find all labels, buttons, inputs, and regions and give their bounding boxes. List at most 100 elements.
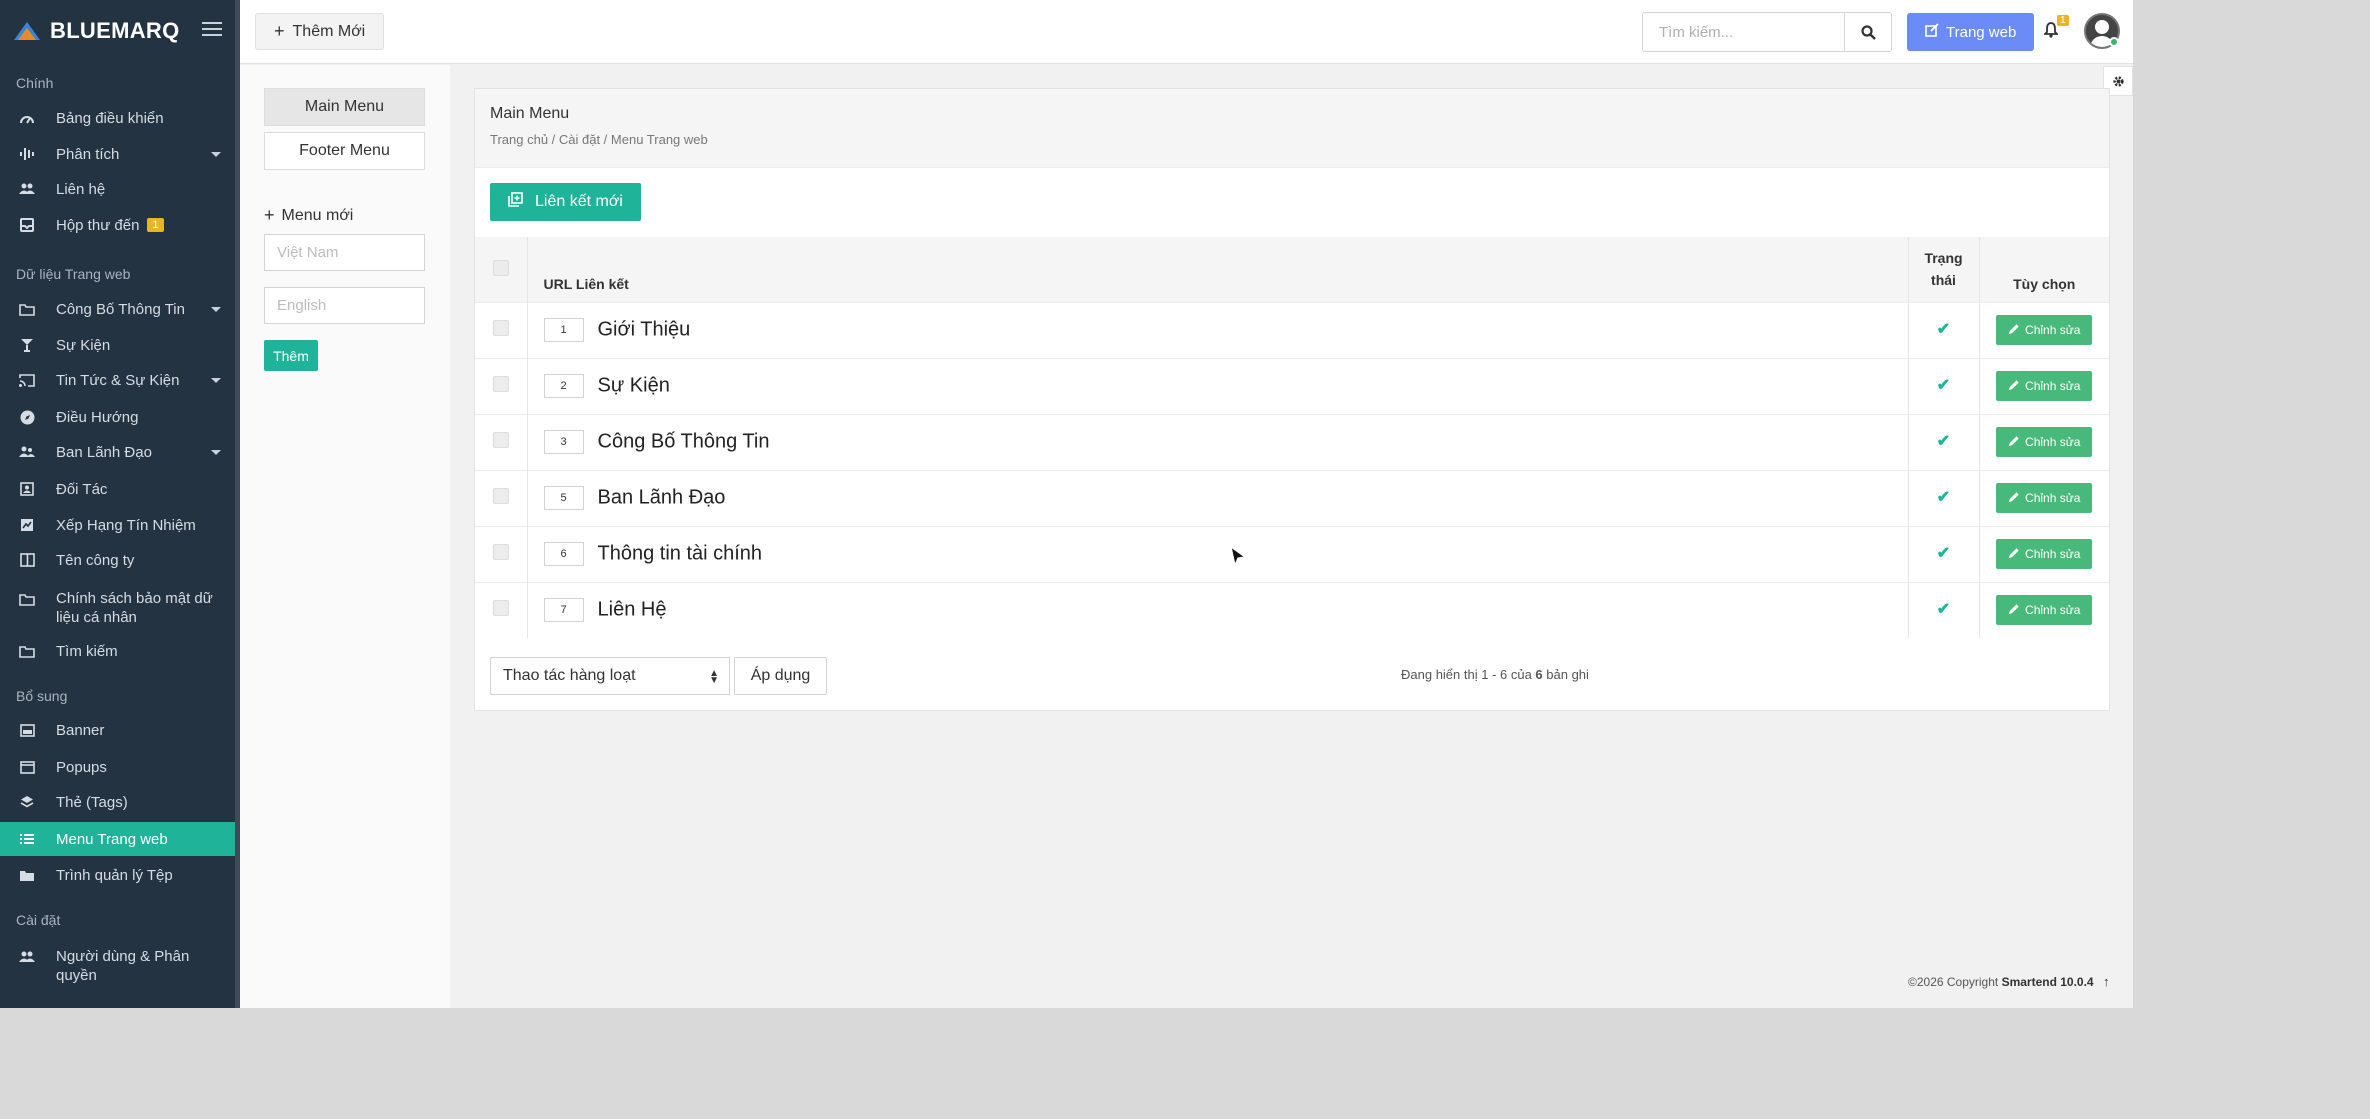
row-check-cell [475, 413, 528, 470]
check-icon: ✔ [1936, 601, 1951, 619]
sidebar-item-partners[interactable]: Đối Tác [0, 472, 235, 506]
scroll-top-arrow-icon[interactable]: ↑ [2103, 974, 2110, 989]
sidebar-item-navigation[interactable]: Điều Hướng [0, 400, 235, 434]
sidebar-item-dashboard[interactable]: Bảng điều khiển [0, 101, 235, 135]
order-input[interactable]: 3 [543, 430, 584, 454]
sidebar-item-analytics[interactable]: Phân tích [0, 137, 235, 171]
sidebar-item-company-name[interactable]: Tên công ty [0, 543, 235, 577]
order-input[interactable]: 2 [543, 374, 584, 398]
sidebar-item-label: Ban Lãnh Đạo [56, 443, 152, 461]
add-new-button[interactable]: + Thêm Mới [255, 13, 385, 50]
edit-button[interactable]: Chỉnh sửa [1996, 539, 2093, 569]
row-check-cell [475, 581, 528, 638]
sidebar-item-inbox[interactable]: Hộp thư đến 1 [0, 208, 235, 242]
notification-bell[interactable]: 1 [2044, 15, 2069, 42]
edit-button[interactable]: Chỉnh sửa [1996, 595, 2093, 626]
sidebar-section-extras: Bổ sung [16, 688, 68, 704]
row-url-cell: 2 Sự Kiện [527, 357, 1909, 414]
link-title[interactable]: Thông tin tài chính [598, 543, 763, 565]
sidebar-item-website-menu[interactable]: Menu Trang web [0, 822, 235, 856]
column-header-url: URL Liên kết [527, 237, 1909, 302]
row-checkbox[interactable] [492, 431, 509, 448]
panel-header: Main Menu Trang chủ / Cài đặt / Menu Tra… [475, 89, 2109, 168]
sidebar-item-privacy-policy[interactable]: Chính sách bảo mật dữ liệu cá nhân [0, 585, 225, 633]
link-title[interactable]: Giới Thiệu [598, 319, 691, 341]
menu-tab-main[interactable]: Main Menu [264, 88, 425, 126]
sidebar-item-tags[interactable]: Thẻ (Tags) [0, 785, 235, 819]
menu-tab-footer[interactable]: Footer Menu [264, 132, 425, 170]
link-title[interactable]: Công Bố Thông Tin [598, 431, 770, 453]
row-options-cell: Chỉnh sửa [1979, 413, 2109, 470]
folder-icon [18, 300, 36, 318]
link-title[interactable]: Sự Kiện [598, 375, 670, 397]
edit-label: Chỉnh sửa [2025, 491, 2081, 505]
row-checkbox[interactable] [492, 543, 509, 560]
link-title[interactable]: Ban Lãnh Đạo [598, 487, 726, 509]
chevron-down-icon [211, 307, 221, 312]
search-icon [1860, 24, 1876, 40]
search-button[interactable] [1844, 12, 1892, 52]
sidebar-item-search[interactable]: Tìm kiếm [0, 634, 235, 668]
row-url-cell: 7 Liên Hệ [527, 581, 1909, 638]
sidebar-item-contacts[interactable]: Liên hệ [0, 172, 235, 206]
order-input[interactable]: 5 [543, 486, 584, 510]
row-options-cell: Chỉnh sửa [1979, 581, 2109, 638]
link-title[interactable]: Liên Hệ [598, 599, 667, 621]
sidebar-item-popups[interactable]: Popups [0, 750, 235, 784]
sidebar-item-label: Menu Trang web [56, 830, 168, 848]
edit-button[interactable]: Chỉnh sửa [1996, 427, 2093, 457]
row-checkbox[interactable] [492, 599, 509, 616]
order-input[interactable]: 1 [543, 318, 584, 342]
row-check-cell [475, 357, 528, 414]
bulk-action-select[interactable]: Thao tác hàng loạt ▲ ▼ [490, 657, 730, 695]
search-input[interactable] [1642, 12, 1845, 52]
new-link-button[interactable]: Liên kết mới [490, 183, 641, 221]
brand-name: BLUEMARQ [50, 18, 180, 43]
sidebar-item-banner[interactable]: Banner [0, 713, 235, 747]
inbox-count-badge: 1 [147, 218, 164, 232]
sidebar-item-disclosure[interactable]: Công Bố Thông Tin [0, 292, 235, 326]
breadcrumb: Trang chủ / Cài đặt / Menu Trang web [490, 132, 708, 147]
edit-label: Chỉnh sửa [2025, 435, 2081, 449]
menu-name-english-input[interactable] [264, 287, 425, 324]
website-button[interactable]: Trang web [1907, 13, 2035, 51]
sidebar-item-label: Bảng điều khiển [56, 109, 164, 127]
menu-name-vietnamese-input[interactable] [264, 234, 425, 271]
select-arrows-icon: ▲ ▼ [709, 668, 719, 686]
sidebar-item-leadership[interactable]: Ban Lãnh Đạo [0, 435, 235, 469]
pencil-icon [2008, 435, 2020, 450]
add-menu-button[interactable]: Thêm [264, 340, 318, 371]
sidebar-section-settings: Cài đặt [16, 912, 61, 928]
sidebar-item-news[interactable]: Tin Tức & Sự Kiện [0, 363, 235, 397]
edit-button[interactable]: Chỉnh sửa [1996, 483, 2093, 513]
hamburger-menu-icon[interactable] [202, 22, 222, 38]
table-row: 2 Sự Kiện ✔ Chỉnh sửa [475, 357, 2109, 414]
links-table: URL Liên kết Trạng thái Tùy chọn 1 Giới Th… [475, 237, 2109, 638]
edit-button[interactable]: Chỉnh sửa [1996, 315, 2093, 345]
row-status-cell: ✔ [1908, 413, 1980, 470]
row-checkbox[interactable] [492, 319, 509, 336]
order-input[interactable]: 7 [543, 598, 584, 623]
sidebar-item-credit-rating[interactable]: Xếp Hạng Tín Nhiệm [0, 508, 235, 542]
sidebar-item-events[interactable]: Sự Kiện [0, 328, 235, 362]
edit-button[interactable]: Chỉnh sửa [1996, 371, 2093, 401]
row-url-cell: 3 Công Bố Thông Tin [527, 413, 1909, 470]
row-checkbox[interactable] [492, 487, 509, 504]
website-button-label: Trang web [1946, 23, 2017, 41]
sidebar-item-users-permissions[interactable]: Người dùng & Phân quyền [0, 943, 225, 991]
sidebar-item-label: Hộp thư đến [56, 216, 140, 234]
brand[interactable]: BLUEMARQ [14, 16, 180, 46]
add-new-label: Thêm Mới [292, 22, 366, 40]
row-status-cell: ✔ [1908, 301, 1980, 358]
select-all-cell [475, 237, 528, 302]
row-checkbox[interactable] [492, 375, 509, 392]
table-row: 7 Liên Hệ ✔ Chỉnh sửa [475, 581, 2109, 638]
sidebar-item-file-manager[interactable]: Trình quản lý Tệp [0, 858, 235, 892]
select-all-checkbox[interactable] [492, 259, 509, 276]
plus-icon: + [264, 205, 275, 225]
popup-window-icon [18, 758, 36, 776]
order-input[interactable]: 6 [543, 542, 584, 566]
row-check-cell [475, 301, 528, 358]
status-header-line2: thái [1931, 272, 1956, 289]
apply-button[interactable]: Áp dụng [734, 657, 827, 695]
